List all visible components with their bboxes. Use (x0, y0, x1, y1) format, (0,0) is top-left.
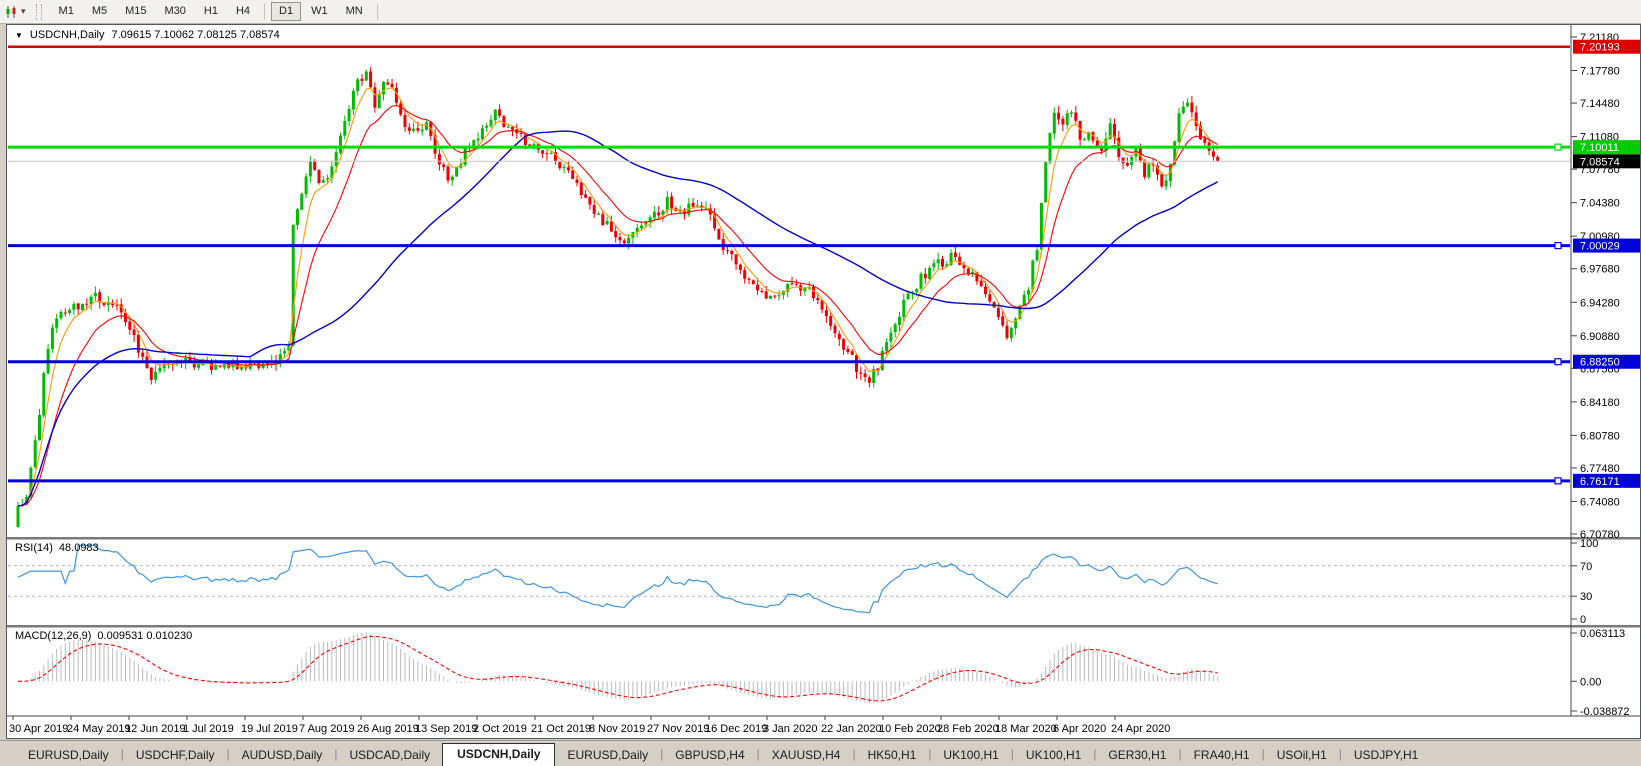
toolbar: ▾ M1M5M15M30H1H4 D1W1MN (0, 0, 1641, 24)
tf-button-M15[interactable]: M15 (117, 2, 154, 21)
date-tick-label: 28 Feb 2020 (937, 723, 999, 735)
price-tick-label: 6.74080 (1580, 496, 1620, 508)
tf-button-M5[interactable]: M5 (84, 2, 115, 21)
date-tick-label: 21 Oct 2019 (531, 723, 591, 735)
date-tick-label: 12 Jun 2019 (125, 723, 186, 735)
date-tick-label: 2 Oct 2019 (473, 723, 527, 735)
price-badge-label: 7.20193 (1580, 42, 1620, 54)
rsi-name: RSI(14) (15, 542, 53, 554)
date-tick-label: 18 Mar 2020 (995, 723, 1057, 735)
chart-tab-USDCNH-Daily[interactable]: USDCNH,Daily (442, 743, 555, 766)
macd-indicator-label: MACD(12,26,9) 0.009531 0.010230 (15, 630, 192, 642)
chart-tab-USDCAD-Daily[interactable]: USDCAD,Daily (337, 745, 442, 766)
date-tick-label: 3 Jan 2020 (763, 723, 817, 735)
date-tick-label: 24 Apr 2020 (1111, 723, 1170, 735)
date-tick-label: 7 Aug 2019 (299, 723, 355, 735)
price-tick-label: 7.14480 (1580, 98, 1620, 110)
date-tick-label: 30 Apr 2019 (9, 723, 68, 735)
chevron-down-icon: ▾ (21, 6, 26, 17)
pane-separator[interactable] (7, 537, 1640, 540)
macd-values: 0.009531 0.010230 (97, 630, 192, 642)
tf-button-D1[interactable]: D1 (271, 2, 301, 21)
level-handle[interactable] (1555, 243, 1561, 249)
symbol-header: ▼ USDCNH,Daily 7.09615 7.10062 7.08125 7… (15, 29, 280, 41)
tf-button-M1[interactable]: M1 (51, 2, 82, 21)
macd-tick-label: -0.038872 (1580, 706, 1630, 718)
chart-tab-EURUSD-Daily[interactable]: EURUSD,Daily (16, 745, 121, 766)
symbol-ohlc: 7.09615 7.10062 7.08125 7.08574 (111, 29, 279, 41)
level-handle[interactable] (1555, 359, 1561, 365)
price-tick-label: 6.77480 (1580, 463, 1620, 475)
price-badge-label: 6.76171 (1580, 476, 1620, 488)
chart-tab-USOil-H1[interactable]: USOil,H1 (1265, 745, 1339, 766)
chart-tab-USDCHF-Daily[interactable]: USDCHF,Daily (124, 745, 227, 766)
chart-tab-AUDUSD-Daily[interactable]: AUDUSD,Daily (230, 745, 335, 766)
chart-tab-USDJPY-H1[interactable]: USDJPY,H1 (1342, 745, 1430, 766)
chart-tab-UK100-H1[interactable]: UK100,H1 (931, 745, 1010, 766)
chart-tab-EURUSD-Daily[interactable]: EURUSD,Daily (555, 745, 660, 766)
date-tick-label: 1 Jul 2019 (183, 723, 234, 735)
trading-terminal: { "icons": { "dropdown": "▼", "caret": "… (0, 0, 1641, 766)
macd-tick-label: 0.00 (1580, 676, 1601, 688)
symbol-name: USDCNH,Daily (30, 29, 105, 41)
tf-button-M30[interactable]: M30 (157, 2, 194, 21)
toolbar-separator (377, 4, 378, 20)
pane-separator[interactable] (7, 625, 1640, 628)
price-badge-label: 7.10011 (1580, 142, 1619, 154)
chart-tab-bar: EURUSD,Daily|USDCHF,Daily|AUDUSD,Daily|U… (0, 740, 1641, 766)
rsi-tick-label: 70 (1580, 561, 1592, 573)
tf-button-MN[interactable]: MN (338, 2, 371, 21)
date-tick-label: 16 Dec 2019 (705, 723, 767, 735)
chart-tab-FRA40-H1[interactable]: FRA40,H1 (1182, 745, 1262, 766)
date-tick-label: 6 Apr 2020 (1053, 723, 1106, 735)
level-handle[interactable] (1555, 144, 1561, 150)
rsi-tick-label: 0 (1580, 614, 1586, 626)
rsi-tick-label: 100 (1580, 538, 1598, 550)
rsi-value: 48.0983 (59, 542, 99, 554)
price-badge-label: 7.00029 (1580, 241, 1620, 253)
chart-tab-HK50-H1[interactable]: HK50,H1 (856, 745, 929, 766)
macd-tick-label: 0.063113 (1580, 628, 1625, 640)
price-tick-label: 6.94280 (1580, 297, 1620, 309)
price-tick-label: 6.80780 (1580, 430, 1620, 442)
timeframe-buttons: M1M5M15M30H1H4 D1W1MN (50, 2, 383, 21)
toolbar-separator (264, 4, 265, 20)
chart-canvas[interactable]: 7.211807.177807.144807.110807.077807.043… (7, 25, 1640, 738)
toolbar-grip[interactable] (36, 4, 42, 20)
chart-tab-XAUUSD-H4[interactable]: XAUUSD,H4 (760, 745, 853, 766)
price-tick-label: 6.84180 (1580, 397, 1620, 409)
price-badge-label: 6.88250 (1580, 357, 1620, 369)
chart-type-selector[interactable]: ▾ (4, 5, 26, 19)
price-tick-label: 7.17780 (1580, 66, 1620, 78)
date-tick-label: 8 Nov 2019 (589, 723, 645, 735)
rsi-indicator-label: RSI(14) 48.0983 (15, 542, 99, 554)
price-tick-label: 6.90880 (1580, 331, 1620, 343)
candlestick-chart-icon (4, 5, 18, 19)
level-handle[interactable] (1555, 478, 1561, 484)
date-tick-label: 10 Feb 2020 (879, 723, 941, 735)
price-tick-label: 6.97680 (1580, 264, 1620, 276)
price-tick-label: 7.04380 (1580, 198, 1620, 210)
chart-tabs: EURUSD,Daily|USDCHF,Daily|AUDUSD,Daily|U… (16, 743, 1430, 766)
date-tick-label: 22 Jan 2020 (821, 723, 882, 735)
tf-button-W1[interactable]: W1 (303, 2, 336, 21)
tf-button-H4[interactable]: H4 (228, 2, 258, 21)
chart-tab-UK100-H1[interactable]: UK100,H1 (1014, 745, 1093, 766)
chart-window[interactable]: 7.211807.177807.144807.110807.077807.043… (6, 24, 1641, 739)
date-tick-label: 24 May 2019 (67, 723, 131, 735)
rsi-tick-label: 30 (1580, 591, 1592, 603)
tf-button-H1[interactable]: H1 (196, 2, 226, 21)
chart-tab-GBPUSD-H4[interactable]: GBPUSD,H4 (663, 745, 756, 766)
symbol-dropdown-icon[interactable]: ▼ (15, 31, 23, 40)
date-tick-label: 26 Aug 2019 (357, 723, 419, 735)
date-tick-label: 19 Jul 2019 (241, 723, 298, 735)
date-tick-label: 13 Sep 2019 (415, 723, 477, 735)
macd-name: MACD(12,26,9) (15, 630, 91, 642)
chart-tab-GER30-H1[interactable]: GER30,H1 (1096, 745, 1178, 766)
date-tick-label: 27 Nov 2019 (647, 723, 709, 735)
price-badge-label: 7.08574 (1580, 156, 1620, 168)
